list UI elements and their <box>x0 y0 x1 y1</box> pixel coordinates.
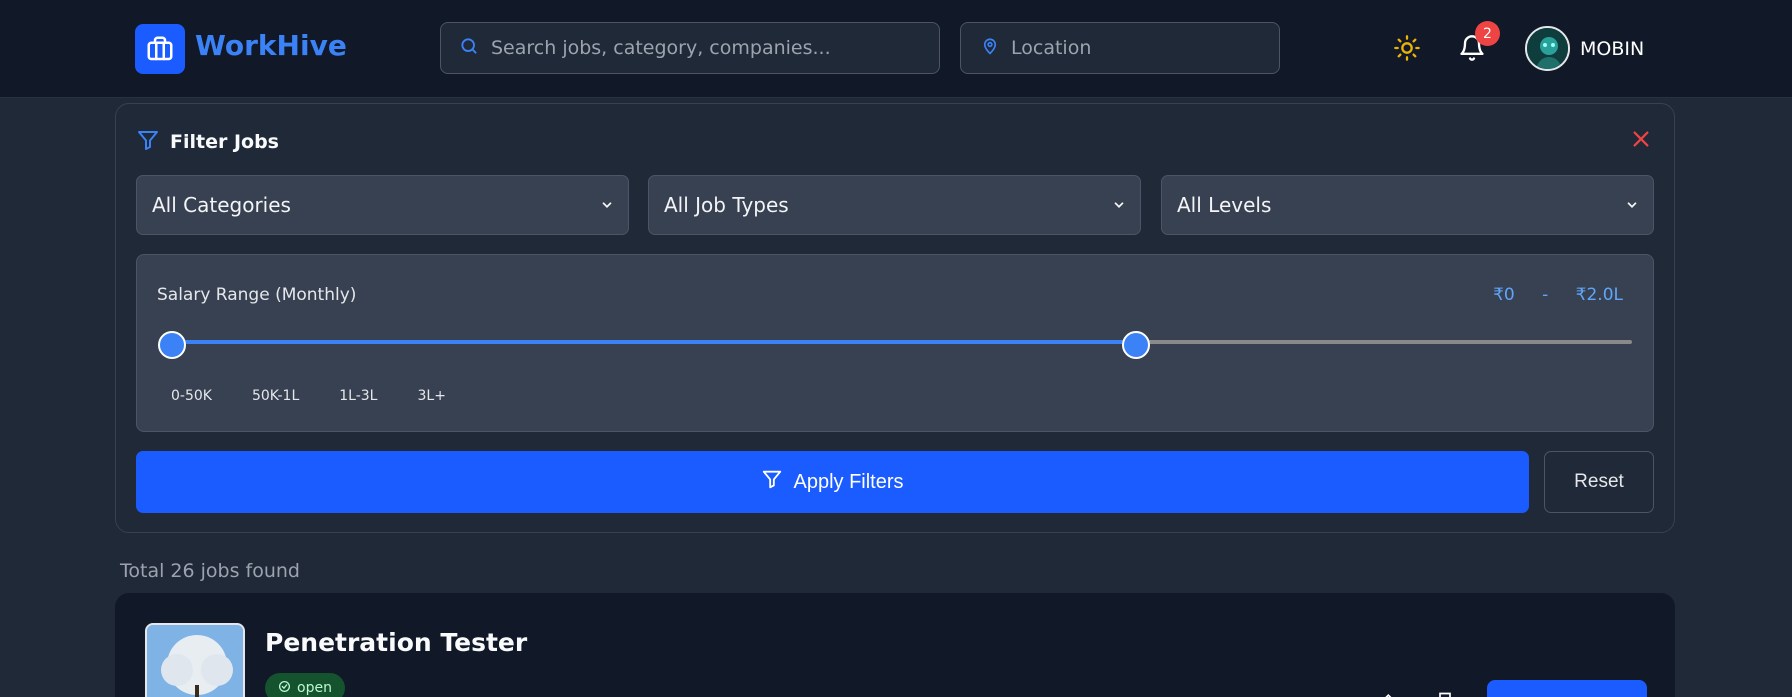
salary-tick: 50K-1L <box>251 388 300 404</box>
search-input[interactable] <box>491 37 899 59</box>
username[interactable]: MOBIN <box>1580 38 1644 60</box>
brand-name[interactable]: WorkHive <box>195 29 347 62</box>
salary-min-handle[interactable] <box>158 331 186 359</box>
job-thumbnail <box>145 623 245 697</box>
salary-max-value: ₹2.0L <box>1575 285 1623 305</box>
job-type-select-value: All Job Types <box>664 193 789 217</box>
category-select-value: All Categories <box>152 193 291 217</box>
search-icon <box>459 36 479 60</box>
category-select[interactable]: All Categories <box>136 175 629 235</box>
salary-separator: - <box>1542 285 1549 305</box>
status-badge: open <box>265 673 345 697</box>
salary-ticks: 0-50K 50K-1L 1L-3L 3L+ <box>171 388 486 404</box>
top-navbar: WorkHive 2 MOBIN <box>0 0 1792 98</box>
apply-filters-label: Apply Filters <box>793 470 904 493</box>
salary-max-handle[interactable] <box>1121 331 1150 359</box>
job-card[interactable]: Penetration Tester open <box>115 593 1675 697</box>
sun-icon[interactable] <box>1393 34 1421 66</box>
job-type-select[interactable]: All Job Types <box>648 175 1141 235</box>
map-pin-icon <box>981 36 999 60</box>
status-label: open <box>297 680 332 696</box>
chevron-down-icon <box>1112 193 1126 217</box>
salary-tick: 1L-3L <box>339 388 378 404</box>
chevron-down-icon <box>1625 193 1639 217</box>
reset-button[interactable]: Reset <box>1544 451 1654 513</box>
job-title[interactable]: Penetration Tester <box>265 628 527 657</box>
level-select[interactable]: All Levels <box>1161 175 1654 235</box>
level-select-value: All Levels <box>1177 193 1272 217</box>
salary-tick: 0-50K <box>171 388 212 404</box>
bookmark-icon[interactable] <box>1435 691 1455 697</box>
salary-range-label: Salary Range (Monthly) <box>157 285 357 305</box>
salary-range-value: ₹0 - ₹2.0L <box>1493 285 1623 305</box>
filter-header: Filter Jobs <box>136 128 279 156</box>
avatar[interactable] <box>1525 26 1570 71</box>
filter-icon <box>136 128 160 156</box>
salary-range-box: Salary Range (Monthly) ₹0 - ₹2.0L 0-50K … <box>136 254 1654 432</box>
salary-slider-track[interactable] <box>172 340 1632 344</box>
salary-min-value: ₹0 <box>1493 285 1515 305</box>
briefcase-logo-icon[interactable] <box>135 24 185 74</box>
filter-panel: Filter Jobs All Categories All Job Types… <box>115 103 1675 533</box>
apply-job-button[interactable] <box>1487 680 1647 697</box>
check-circle-icon <box>278 680 291 697</box>
salary-slider-fill <box>172 340 1136 344</box>
location-box[interactable] <box>960 22 1280 74</box>
salary-tick: 3L+ <box>417 388 446 404</box>
location-input[interactable] <box>1011 37 1265 59</box>
filter-icon <box>761 468 783 496</box>
apply-filters-button[interactable]: Apply Filters <box>136 451 1529 513</box>
filter-title: Filter Jobs <box>170 131 279 153</box>
chevron-down-icon <box>600 193 614 217</box>
edit-icon[interactable] <box>1375 691 1395 697</box>
results-count: Total 26 jobs found <box>120 560 300 582</box>
notification-badge: 2 <box>1475 21 1500 46</box>
close-icon[interactable] <box>1630 128 1652 154</box>
search-box[interactable] <box>440 22 940 74</box>
